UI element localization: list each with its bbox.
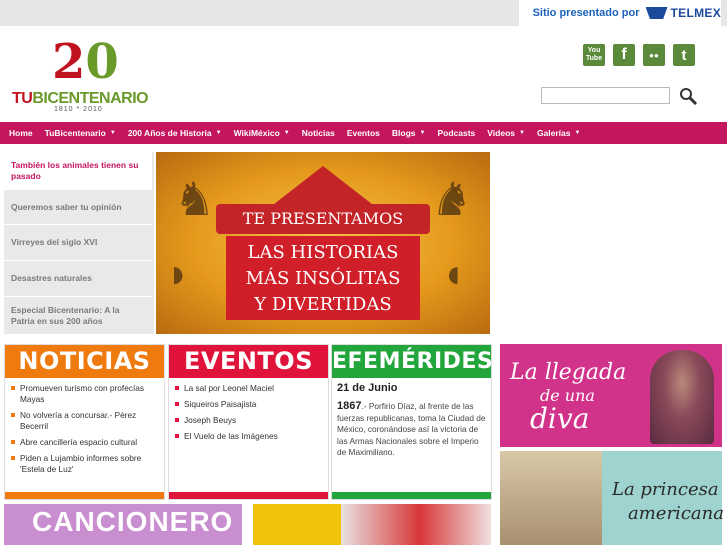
hero-line-4: Y DIVERTIDAS — [254, 294, 392, 315]
horse-icon: ♞ — [174, 173, 216, 225]
eventos-footer-bar — [169, 492, 328, 499]
featured-sidebar: También los animales tienen su pasado Qu… — [4, 152, 154, 334]
promo-2-line-2: americana — [628, 503, 724, 524]
efemerides-year: 1867 — [337, 400, 362, 412]
search-input[interactable] — [541, 87, 670, 104]
twitter-icon[interactable]: t — [673, 44, 695, 66]
nav-noticias[interactable]: Noticias — [296, 128, 341, 138]
logo-years: 1810 * 2010 — [54, 106, 103, 113]
portrait-image — [650, 350, 714, 444]
youtube-icon[interactable]: You Tube — [583, 44, 605, 66]
site-logo[interactable]: 20 TUBICENTENARIO 1810 * 2010 — [12, 38, 162, 114]
noticias-title[interactable]: NOTICIAS — [5, 345, 164, 378]
nav-galerias[interactable]: Galerías ▼ — [531, 128, 587, 138]
hero-line-3: MÁS INSÓLITAS — [245, 268, 401, 289]
list-item[interactable]: Siqueiros Paisajista — [175, 399, 320, 410]
promo-1-line-1: La llegada — [510, 360, 627, 385]
list-item[interactable]: Promueven turismo con profecías Mayas — [11, 383, 156, 405]
horse-icon: ♞ — [431, 173, 473, 225]
sponsor-bar: Sitio presentado por TELMEX — [0, 0, 727, 26]
efemerides-box: EFEMÉRIDES 21 de Junio 1867.- Porfirio D… — [331, 344, 493, 500]
hero-line-1: TE PRESENTAMOS — [216, 204, 430, 234]
eventos-box: EVENTOS La sal por Leonel Maciel Siqueir… — [168, 344, 329, 500]
efemerides-title[interactable]: EFEMÉRIDES — [332, 345, 493, 378]
sidebar-item-virreyes[interactable]: Virreyes del siglo XVI — [4, 225, 152, 261]
chevron-down-icon: ▼ — [215, 130, 222, 136]
sponsor-label: Sitio presentado por — [532, 7, 640, 19]
cancionero-title: CANCIONERO — [32, 506, 234, 537]
elephant-icon: ◖ — [441, 252, 466, 296]
sidebar-item-animales[interactable]: También los animales tienen su pasado — [4, 152, 152, 190]
chevron-down-icon: ▼ — [574, 130, 581, 136]
nav-wikimexico[interactable]: WikiMéxico ▼ — [228, 128, 296, 138]
noticias-list: Promueven turismo con profecías Mayas No… — [5, 378, 164, 475]
noticias-footer-bar — [5, 492, 164, 499]
list-item[interactable]: Abre cancillería espacio cultural — [11, 437, 156, 448]
promo-princesa-americana[interactable]: La princesa americana — [500, 451, 724, 545]
logo-number: 20 — [52, 34, 119, 90]
nav-home[interactable]: Home — [3, 128, 39, 138]
efemerides-footer-bar — [332, 492, 491, 499]
list-item[interactable]: La sal por Leonel Maciel — [175, 383, 320, 394]
list-item[interactable]: No volvería a concursar.- Pérez Becerril — [11, 410, 156, 432]
telmex-brand: TELMEX — [670, 6, 721, 20]
list-item[interactable]: Joseph Beuys — [175, 415, 320, 426]
noticias-box: NOTICIAS Promueven turismo con profecías… — [4, 344, 165, 500]
chevron-down-icon: ▼ — [283, 130, 290, 136]
sponsor[interactable]: Sitio presentado por TELMEX — [518, 0, 721, 26]
list-item[interactable]: Piden a Lujambio informes sobre 'Estela … — [11, 453, 156, 475]
nav-blogs[interactable]: Blogs ▼ — [386, 128, 432, 138]
list-item[interactable]: El Vuelo de las Imágenes — [175, 431, 320, 442]
efemerides-text: 1867.- Porfirio Díaz, al frente de las f… — [332, 394, 491, 459]
eventos-title[interactable]: EVENTOS — [169, 345, 328, 378]
nav-eventos[interactable]: Eventos — [341, 128, 386, 138]
sidebar-item-opinion[interactable]: Queremos saber tu opinión — [4, 190, 152, 225]
telmex-mark-icon — [645, 7, 668, 19]
bottom-promo[interactable] — [253, 504, 491, 545]
facebook-icon[interactable]: f — [613, 44, 635, 66]
hero-headline: LAS HISTORIAS MÁS INSÓLITAS Y DIVERTIDAS — [226, 236, 420, 320]
search-icon[interactable] — [679, 87, 697, 105]
efemerides-date: 21 de Junio — [337, 382, 398, 394]
eventos-list: La sal por Leonel Maciel Siqueiros Paisa… — [169, 378, 328, 442]
social-links: You Tube f ●● t — [583, 44, 695, 66]
elephant-icon: ◗ — [166, 252, 191, 296]
promo-llegada-diva[interactable]: La llegada de una diva — [500, 344, 722, 447]
chevron-down-icon: ▼ — [419, 130, 426, 136]
nav-tubicentenario[interactable]: TuBicentenario ▼ — [39, 128, 122, 138]
nav-videos[interactable]: Videos ▼ — [481, 128, 531, 138]
chevron-down-icon: ▼ — [109, 130, 116, 136]
promo-2-line-1: La princesa — [612, 479, 719, 500]
main-nav: Home TuBicentenario ▼ 200 Años de Histori… — [0, 122, 727, 144]
hero-line-2: LAS HISTORIAS — [247, 242, 399, 263]
hero-banner[interactable]: ♞ ♞ ◗ ◖ TE PRESENTAMOS LAS HISTORIAS MÁS… — [156, 152, 490, 334]
nav-podcasts[interactable]: Podcasts — [431, 128, 481, 138]
nav-200-anos[interactable]: 200 Años de Historia ▼ — [122, 128, 228, 138]
telmex-logo: TELMEX — [645, 6, 721, 20]
cancionero-box[interactable]: CANCIONERO — [4, 504, 242, 545]
sidebar-item-desastres[interactable]: Desastres naturales — [4, 261, 152, 297]
chevron-down-icon: ▼ — [518, 130, 525, 136]
flickr-icon[interactable]: ●● — [643, 44, 665, 66]
sidebar-item-especial[interactable]: Especial Bicentenario: A la Patria en su… — [4, 297, 152, 334]
promo-1-line-3: diva — [530, 402, 590, 435]
portrait-image — [500, 451, 602, 545]
